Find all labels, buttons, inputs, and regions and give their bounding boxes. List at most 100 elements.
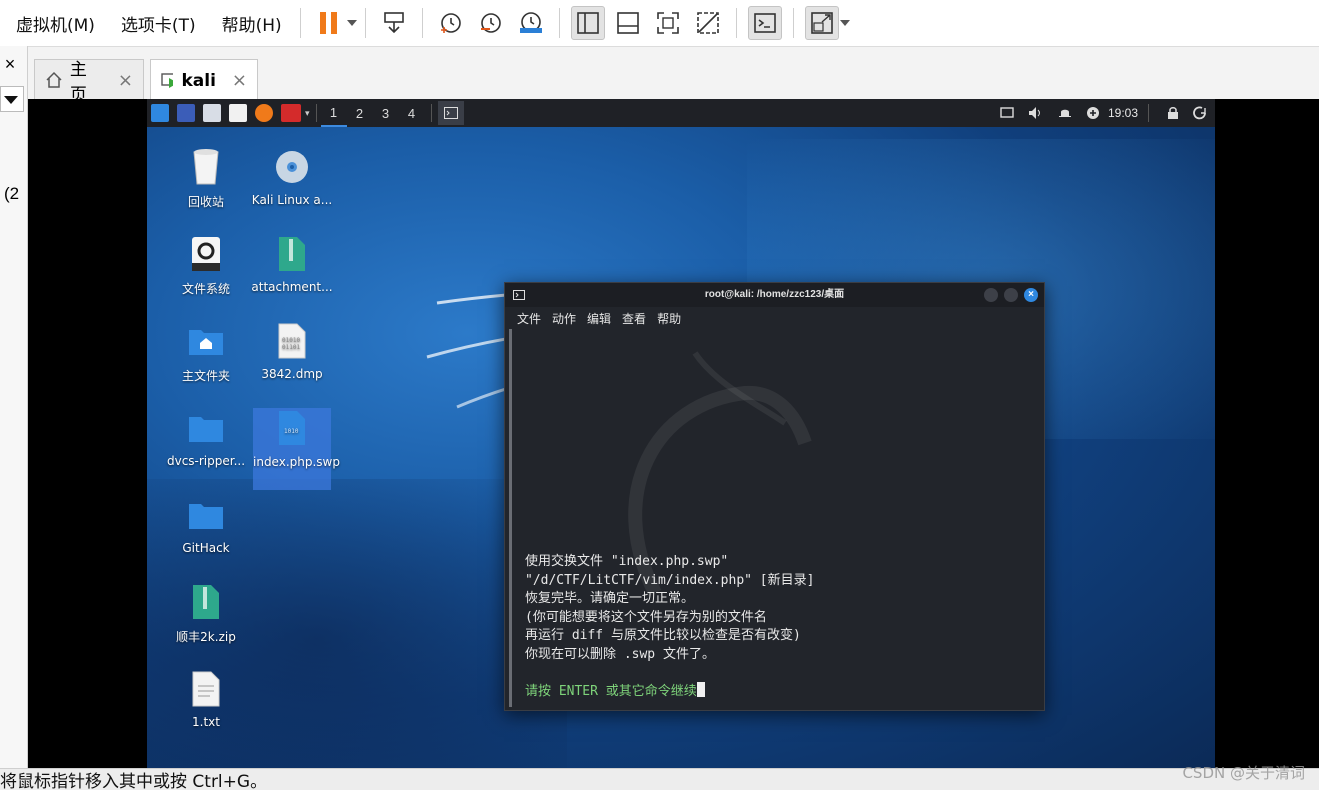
display-icon[interactable] <box>1000 106 1014 120</box>
library-search-dropdown[interactable] <box>0 86 24 112</box>
terminal-line: "/d/CTF/LitCTF/vim/index.php" [新目录] <box>525 572 815 588</box>
tab-kali-close-icon[interactable]: × <box>232 70 247 91</box>
menu-vm[interactable]: 虚拟机(M) <box>6 11 105 36</box>
send-ctrl-alt-del-button[interactable] <box>377 6 411 40</box>
panel-separator <box>1148 104 1149 122</box>
terminal-menu-action[interactable]: 动作 <box>552 310 576 327</box>
terminal-scrollbar[interactable] <box>509 329 512 707</box>
panel-separator <box>315 104 317 122</box>
unity-button[interactable] <box>691 6 725 40</box>
chevron-down-icon[interactable]: ▾ <box>305 108 310 119</box>
pause-button[interactable] <box>312 6 346 40</box>
volume-icon[interactable] <box>1028 106 1044 120</box>
terminal-menu-file[interactable]: 文件 <box>517 310 541 327</box>
desktop-icon-label: Kali Linux a... <box>251 193 333 207</box>
pause-dropdown-icon[interactable] <box>346 20 357 26</box>
console-icon <box>753 13 776 33</box>
desktop-icon-dmp[interactable]: 01010 01101 3842.dmp <box>247 321 337 381</box>
desktop-icon-zip[interactable]: 顺丰2k.zip <box>161 582 251 645</box>
minimize-icon[interactable] <box>984 288 998 302</box>
close-icon[interactable]: × <box>1024 288 1038 302</box>
workspace-3[interactable]: 3 <box>373 106 399 121</box>
terminal-menubar: 文件 动作 编辑 查看 帮助 <box>505 307 1044 329</box>
desktop-icon-label: GitHack <box>182 541 230 555</box>
stretch-button[interactable] <box>804 6 839 40</box>
show-thumbnail-button[interactable] <box>611 6 645 40</box>
show-library-button[interactable] <box>570 6 605 40</box>
desktop-icon-label: 3842.dmp <box>261 367 323 381</box>
desktop-icon-kali-iso[interactable]: Kali Linux a... <box>247 147 337 207</box>
pause-icon <box>319 12 337 34</box>
status-bar: 将鼠标指针移入其中或按 Ctrl+G。 <box>0 768 1319 790</box>
menu-tabs[interactable]: 选项卡(T) <box>111 11 206 36</box>
desktop-icon-label: attachment... <box>251 280 333 294</box>
archive-icon <box>188 582 224 622</box>
watermark: CSDN @关于清词 <box>1182 764 1305 782</box>
thumbnail-layout-icon <box>616 12 639 34</box>
maximize-icon[interactable] <box>1004 288 1018 302</box>
snapshot-button[interactable] <box>434 6 468 40</box>
revert-snapshot-button[interactable] <box>474 6 508 40</box>
desktop-icon-txt[interactable]: 1.txt <box>161 669 251 729</box>
tab-home-close-icon[interactable]: × <box>118 70 133 91</box>
file-manager-icon[interactable] <box>203 104 221 122</box>
text-editor-icon[interactable] <box>229 104 247 122</box>
snapshot-manager-button[interactable] <box>514 6 548 40</box>
toolbar-separator <box>792 8 794 38</box>
show-desktop-icon[interactable] <box>177 104 195 122</box>
library-item-partial[interactable]: (2 <box>4 184 19 204</box>
terminal-window[interactable]: root@kali: /home/zzc123/桌面 × 文件 动作 编辑 查看… <box>504 282 1045 711</box>
menubar: 虚拟机(M) 选项卡(T) 帮助(H) <box>0 0 1319 46</box>
flag-cn-icon[interactable] <box>281 104 301 122</box>
terminal-menu-help[interactable]: 帮助 <box>657 310 681 327</box>
folder-icon <box>188 495 224 535</box>
toolbar-separator <box>299 8 301 38</box>
snapshot-manager-icon <box>519 12 542 33</box>
clock-plus-icon[interactable] <box>1086 106 1100 120</box>
desktop-icon-label: dvcs-ripper... <box>166 454 246 468</box>
tab-home[interactable]: 主页 × <box>34 59 144 105</box>
firefox-icon[interactable] <box>255 104 273 122</box>
home-icon <box>46 71 62 88</box>
panel-clock[interactable]: 19:03 <box>1108 106 1138 120</box>
terminal-output[interactable]: 使用交换文件 "index.php.swp" "/d/CTF/LitCTF/vim… <box>525 553 814 701</box>
desktop-icon-attachment[interactable]: attachment... <box>247 234 337 294</box>
desktop-icon-trash[interactable]: 回收站 <box>161 147 251 210</box>
desktop-icon-label: 文件系统 <box>181 282 230 296</box>
desktop-icon-githack[interactable]: GitHack <box>161 495 251 555</box>
lock-icon[interactable] <box>1167 106 1179 120</box>
terminal-titlebar[interactable]: root@kali: /home/zzc123/桌面 × <box>505 283 1044 307</box>
tab-kali[interactable]: kali × <box>150 59 258 101</box>
menu-help[interactable]: 帮助(H) <box>212 11 292 36</box>
snapshot-icon <box>440 13 461 33</box>
workspace-2[interactable]: 2 <box>347 106 373 121</box>
console-button[interactable] <box>747 6 782 40</box>
terminal-icon <box>513 290 525 300</box>
kali-menu-icon[interactable] <box>151 104 169 122</box>
library-close-icon[interactable]: × <box>0 54 20 75</box>
notification-bell-icon[interactable] <box>1058 106 1072 120</box>
workspace-1[interactable]: 1 <box>320 99 347 127</box>
power-icon[interactable] <box>1193 106 1207 120</box>
terminal-line: 再运行 diff 与原文件比较以检查是否有改变) <box>525 628 801 644</box>
desktop-icon-filesystem[interactable]: 文件系统 <box>161 234 251 297</box>
taskbar-terminal[interactable] <box>437 101 464 125</box>
archive-icon <box>274 234 310 274</box>
svg-text:01010: 01010 <box>282 337 300 344</box>
terminal-menu-edit[interactable]: 编辑 <box>587 310 611 327</box>
vm-running-icon <box>161 72 174 88</box>
stretch-icon <box>810 12 833 34</box>
workspace-4[interactable]: 4 <box>399 106 425 121</box>
desktop-icon-label: 主文件夹 <box>181 369 230 383</box>
desktop-icon-index-swp[interactable]: 1010 index.php.swp <box>253 408 340 490</box>
desktop-icon-home-folder[interactable]: 主文件夹 <box>161 321 251 384</box>
stretch-dropdown-icon[interactable] <box>839 20 850 26</box>
unity-icon <box>696 12 719 34</box>
toolbar-separator <box>421 8 423 38</box>
svg-text:1010: 1010 <box>284 428 299 435</box>
terminal-line: 你现在可以删除 .swp 文件了。 <box>525 646 715 662</box>
fullscreen-button[interactable] <box>651 6 685 40</box>
status-text: 将鼠标指针移入其中或按 Ctrl+G。 <box>0 772 268 790</box>
desktop-icon-dvcs-ripper[interactable]: dvcs-ripper... <box>161 408 251 468</box>
terminal-menu-view[interactable]: 查看 <box>622 310 646 327</box>
